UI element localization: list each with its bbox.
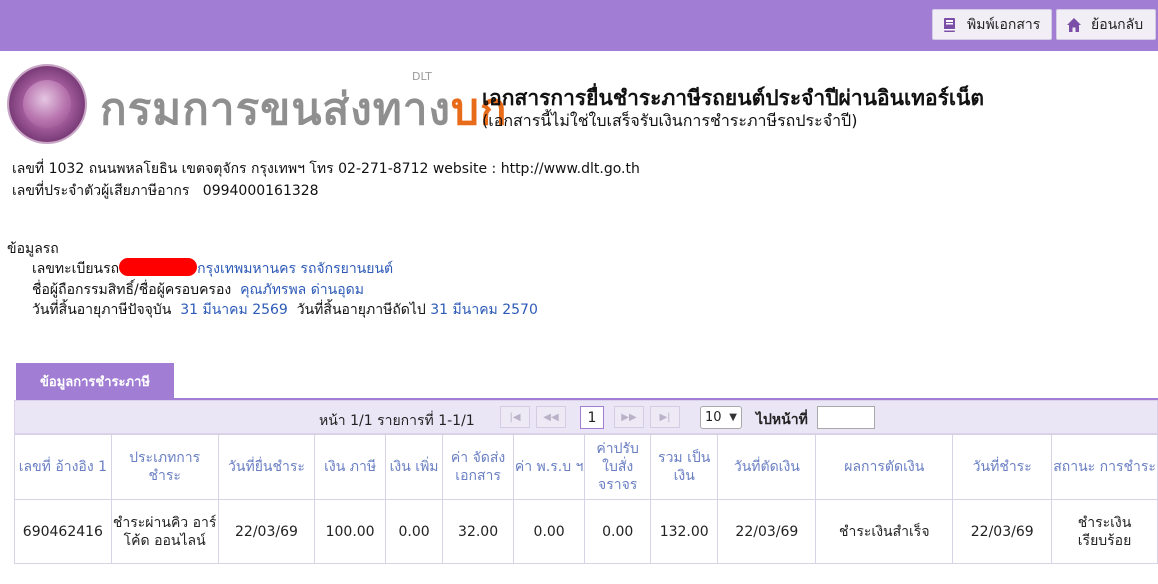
col-traffic-fine: ค่าปรับ ใบสั่ง จราจร <box>584 434 651 500</box>
payment-table: เลขที่ อ้างอิง 1 ประเภทการ ชำระ วันที่ยื… <box>14 434 1158 564</box>
table-row: 690462416 ชำระผ่านคิว อาร์โค้ด ออนไลน์ 2… <box>14 499 1158 564</box>
page-size-select[interactable]: 10 ▼ <box>700 406 742 429</box>
last-page-icon[interactable]: ▶| <box>650 406 680 428</box>
col-pay-type: ประเภทการ ชำระ <box>110 434 219 500</box>
cell-ref: 690462416 <box>14 499 112 564</box>
cell-insurance: 0.00 <box>512 499 586 564</box>
col-tax: เงิน ภาษี <box>314 434 386 500</box>
col-surcharge: เงิน เพิ่ม <box>384 434 444 500</box>
cell-traffic-fine: 0.00 <box>584 499 651 564</box>
cell-tax: 100.00 <box>314 499 386 564</box>
table-header-row: เลขที่ อ้างอิง 1 ประเภทการ ชำระ วันที่ยื… <box>14 434 1158 500</box>
prev-page-icon[interactable]: ◀◀ <box>536 406 566 428</box>
expire-row: วันที่สิ้นอายุภาษีปัจจุบัน 31 มีนาคม 256… <box>32 302 538 318</box>
print-button[interactable]: พิมพ์เอกสาร <box>932 9 1052 40</box>
goto-label: ไปหน้าที่ <box>756 412 808 428</box>
cell-status: ชำระเงิน เรียบร้อย <box>1051 499 1158 564</box>
col-delivery: ค่า จัดส่ง เอกสาร <box>442 434 514 500</box>
cell-delivery: 32.00 <box>442 499 514 564</box>
cell-debit-date: 22/03/69 <box>717 499 817 564</box>
col-submit-date: วันที่ยื่นชำระ <box>217 434 316 500</box>
back-label: ย้อนกลับ <box>1091 16 1144 33</box>
col-debit-result: ผลการตัดเงิน <box>815 434 954 500</box>
page-summary: หน้า 1/1 รายการที่ 1-1/1 <box>319 413 475 429</box>
redacted-plate <box>119 258 198 276</box>
back-button[interactable]: ย้อนกลับ <box>1056 9 1156 40</box>
col-status: สถานะ การชำระ <box>1051 434 1158 500</box>
owner-row: ชื่อผู้ถือกรรมสิทธิ์/ชื่อผู้ครอบครอง คุณ… <box>32 282 364 298</box>
col-insurance: ค่า พ.ร.บ ฯ <box>512 434 586 500</box>
first-page-icon[interactable]: |◀ <box>500 406 530 428</box>
top-bar: พิมพ์เอกสาร ย้อนกลับ <box>0 0 1158 51</box>
cell-debit-result: ชำระเงินสำเร็จ <box>815 499 954 564</box>
office-address: เลขที่ 1032 ถนนพหลโยธิน เขตจตุจักร กรุงเ… <box>12 161 640 177</box>
taxpayer-id: เลขที่ประจำตัวผู้เสียภาษีอากร 0994000161… <box>12 183 319 199</box>
col-pay-date: วันที่ชำระ <box>952 434 1053 500</box>
current-page[interactable]: 1 <box>580 406 604 429</box>
col-total: รวม เป็นเงิน <box>649 434 719 500</box>
pagination-bar: หน้า 1/1 รายการที่ 1-1/1 |◀ ◀◀ 1 ▶▶ ▶| 1… <box>14 400 1158 434</box>
next-page-icon[interactable]: ▶▶ <box>614 406 644 428</box>
plate-row: เลขทะเบียนรถ กรุงเทพมหานคร รถจักรยานยนต์ <box>32 258 393 280</box>
dlt-label: DLT <box>412 70 432 83</box>
dlt-seal-logo <box>7 64 87 144</box>
cell-pay-type: ชำระผ่านคิว อาร์โค้ด ออนไลน์ <box>110 499 219 564</box>
col-debit-date: วันที่ตัดเงิน <box>717 434 817 500</box>
home-icon <box>1067 17 1081 32</box>
col-ref: เลขที่ อ้างอิง 1 <box>14 434 112 500</box>
cell-surcharge: 0.00 <box>384 499 444 564</box>
chevron-down-icon: ▼ <box>729 412 737 423</box>
vehicle-section-title: ข้อมูลรถ <box>7 241 59 257</box>
org-name-logo: กรมการขนส่งทางบก <box>100 84 508 135</box>
book-icon <box>944 17 955 32</box>
cell-pay-date: 22/03/69 <box>952 499 1053 564</box>
cell-total: 132.00 <box>649 499 719 564</box>
tab-payment-info[interactable]: ข้อมูลการชำระภาษี <box>16 363 174 399</box>
goto-page-input[interactable] <box>817 406 875 429</box>
cell-submit-date: 22/03/69 <box>217 499 316 564</box>
print-label: พิมพ์เอกสาร <box>967 16 1041 33</box>
page-subtitle: (เอกสารนี้ไม่ใช่ใบเสร็จรับเงินการชำระภาษ… <box>482 111 858 130</box>
